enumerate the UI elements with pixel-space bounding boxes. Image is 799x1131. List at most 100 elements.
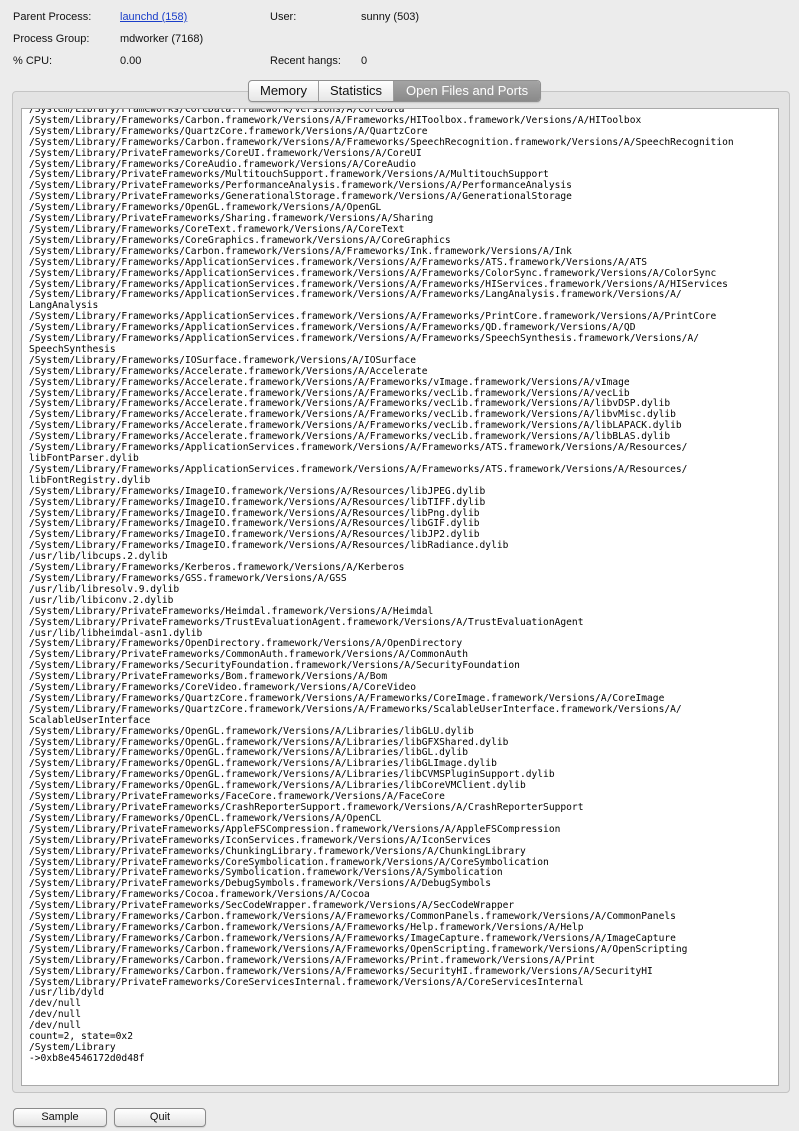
recent-hangs-label: Recent hangs:: [270, 55, 341, 67]
open-file-line: /System/Library/Frameworks/SecurityFound…: [29, 660, 520, 672]
open-file-line: /usr/lib/libresolv.9.dylib: [29, 583, 180, 595]
open-file-line: /System/Library/Frameworks/Accelerate.fr…: [29, 398, 671, 410]
recent-hangs-value: 0: [361, 55, 368, 67]
open-file-line: /System/Library/PrivateFrameworks/DebugS…: [29, 878, 492, 890]
open-file-line: /System/Library/PrivateFrameworks/Bom.fr…: [29, 671, 388, 683]
open-file-line: /System/Library/Frameworks/QuartzCore.fr…: [29, 125, 428, 137]
open-file-line: /usr/lib/libcups.2.dylib: [29, 551, 168, 563]
open-file-line: /System/Library/PrivateFrameworks/AppleF…: [29, 823, 561, 835]
process-group-label: Process Group:: [13, 33, 90, 45]
open-file-line: /System/Library/Frameworks/CoreAudio.fra…: [29, 158, 416, 170]
open-file-line: /System/Library/PrivateFrameworks/TrustE…: [29, 616, 584, 628]
open-file-line: /System/Library/Frameworks/ApplicationSe…: [29, 311, 717, 323]
open-file-line: /usr/lib/dyld: [29, 987, 105, 999]
open-file-line: /System/Library/Frameworks/OpenGL.framew…: [29, 758, 497, 770]
open-file-line: /System/Library/Frameworks/IOSurface.fra…: [29, 354, 416, 366]
open-file-line: /System/Library/Frameworks/Carbon.framew…: [29, 954, 596, 966]
open-file-line: /System/Library/PrivateFrameworks/Sharin…: [29, 213, 434, 225]
open-file-line: /System/Library/Frameworks/Carbon.framew…: [29, 943, 688, 955]
quit-button[interactable]: Quit: [114, 1108, 206, 1127]
open-file-line: /System/Library/Frameworks/ImageIO.frame…: [29, 540, 509, 552]
tab-open-files-and-ports[interactable]: Open Files and Ports: [393, 81, 541, 101]
open-file-line: /System/Library/Frameworks/OpenGL.framew…: [29, 769, 555, 781]
open-file-line: /System/Library/Frameworks/Accelerate.fr…: [29, 420, 682, 432]
open-file-line: /System/Library/Frameworks/QuartzCore.fr…: [29, 703, 682, 726]
tab-memory[interactable]: Memory: [249, 81, 319, 101]
open-file-line: /System/Library/Frameworks/Carbon.framew…: [29, 932, 676, 944]
open-file-line: /System/Library/Frameworks/ApplicationSe…: [29, 333, 700, 355]
open-file-line: /System/Library/Frameworks/Accelerate.fr…: [29, 409, 676, 421]
open-file-line: /System/Library/Frameworks/CoreText.fram…: [29, 223, 405, 235]
open-file-line: ->0xb8e4546172d0d48f: [29, 1052, 145, 1064]
open-file-line: /System/Library/PrivateFrameworks/CoreUI…: [29, 147, 422, 159]
open-file-line: /System/Library/Frameworks/Cocoa.framewo…: [29, 889, 370, 901]
open-file-line: /System/Library/PrivateFrameworks/CoreSy…: [29, 856, 549, 868]
open-file-line: /System/Library/Frameworks/Accelerate.fr…: [29, 376, 630, 388]
open-file-line: /System/Library/PrivateFrameworks/Chunki…: [29, 845, 526, 857]
open-file-line: /System/Library/PrivateFrameworks/FaceCo…: [29, 791, 445, 803]
open-file-line: /System/Library/Frameworks/Carbon.framew…: [29, 245, 572, 257]
open-file-line: /System/Library/PrivateFrameworks/IconSe…: [29, 834, 492, 846]
process-group-value: mdworker (7168): [120, 33, 204, 45]
cpu-value: 0.00: [120, 55, 142, 67]
open-file-line: /System/Library/PrivateFrameworks/Multit…: [29, 169, 549, 181]
open-file-line: /System/Library/PrivateFrameworks/Perfor…: [29, 180, 572, 192]
open-file-line: /System/Library/Frameworks/ImageIO.frame…: [29, 518, 480, 530]
open-file-line: /System/Library/PrivateFrameworks/Genera…: [29, 191, 572, 203]
open-file-line: /System/Library/Frameworks/Carbon.framew…: [29, 136, 734, 148]
open-file-line: /System/Library/Frameworks/Accelerate.fr…: [29, 365, 428, 377]
open-file-line: /System/Library/PrivateFrameworks/Common…: [29, 649, 468, 661]
tab-statistics[interactable]: Statistics: [319, 81, 394, 101]
tab-bar: Memory Statistics Open Files and Ports: [248, 80, 542, 102]
open-file-line: /System/Library/Frameworks/ImageIO.frame…: [29, 496, 486, 508]
open-file-line: /System/Library/Frameworks/Carbon.framew…: [29, 965, 653, 977]
open-file-line: /System/Library/Frameworks/ApplicationSe…: [29, 442, 688, 464]
open-file-line: /usr/lib/libiconv.2.dylib: [29, 594, 174, 606]
open-file-line: /System/Library/Frameworks/OpenGL.framew…: [29, 202, 382, 214]
open-file-line: /System/Library/Frameworks/ApplicationSe…: [29, 322, 636, 334]
open-file-line: /System/Library/Frameworks/QuartzCore.fr…: [29, 692, 665, 704]
open-file-line: /System/Library/PrivateFrameworks/Symbol…: [29, 867, 503, 879]
open-file-line: /System/Library/Frameworks/OpenGL.framew…: [29, 736, 509, 748]
open-file-line: count=2, state=0x2: [29, 1031, 133, 1043]
open-file-line: /System/Library/Frameworks/CoreGraphics.…: [29, 234, 451, 246]
open-file-line: /System/Library/Frameworks/ApplicationSe…: [29, 289, 682, 312]
open-file-line: /System/Library/Frameworks/CoreVideo.fra…: [29, 682, 416, 694]
open-file-line: /System/Library/Frameworks/OpenCL.framew…: [29, 812, 382, 824]
sample-button[interactable]: Sample: [13, 1108, 107, 1127]
open-file-line: /System/Library/Frameworks/OpenGL.framew…: [29, 780, 526, 792]
open-file-line: /System/Library/Frameworks/Carbon.framew…: [29, 921, 584, 933]
open-file-line: /dev/null: [29, 1020, 81, 1032]
open-file-line: /System/Library/Frameworks/ApplicationSe…: [29, 256, 648, 268]
open-file-line: /System/Library/Frameworks/Kerberos.fram…: [29, 562, 405, 574]
open-file-line: /System/Library/PrivateFrameworks/SecCod…: [29, 900, 515, 912]
open-file-line: /System/Library/Frameworks/ImageIO.frame…: [29, 507, 480, 519]
open-file-line: /dev/null: [29, 1009, 81, 1021]
open-file-line: /System/Library/Frameworks/Accelerate.fr…: [29, 431, 671, 443]
parent-process-label: Parent Process:: [13, 11, 92, 23]
open-files-list: /System/Library/Frameworks/CoreData.fram…: [22, 109, 778, 1065]
open-file-line: /System/Library/Frameworks/GSS.framework…: [29, 572, 347, 584]
open-file-line: /System/Library/Frameworks/OpenGL.framew…: [29, 747, 468, 759]
open-file-line: /System/Library/Frameworks/OpenDirectory…: [29, 638, 463, 650]
user-value: sunny (503): [361, 11, 420, 23]
open-file-line: /System/Library/Frameworks/ApplicationSe…: [29, 267, 717, 279]
open-file-line: /dev/null: [29, 998, 81, 1010]
open-file-line: /System/Library/Frameworks/Carbon.framew…: [29, 114, 642, 126]
open-file-line: /System/Library/Frameworks/ImageIO.frame…: [29, 529, 480, 541]
open-file-line: /System/Library/Frameworks/ImageIO.frame…: [29, 485, 486, 497]
open-file-line: /System/Library: [29, 1041, 116, 1053]
open-file-line: /System/Library/PrivateFrameworks/CoreSe…: [29, 976, 584, 988]
user-label: User:: [270, 11, 297, 23]
open-file-line: /System/Library/Frameworks/ApplicationSe…: [29, 278, 728, 290]
open-file-line: /System/Library/Frameworks/Carbon.framew…: [29, 911, 676, 923]
open-file-line: /System/Library/PrivateFrameworks/Heimda…: [29, 605, 434, 617]
open-file-line: /System/Library/PrivateFrameworks/CrashR…: [29, 802, 584, 813]
cpu-label: % CPU:: [13, 55, 53, 67]
open-file-line: /System/Library/Frameworks/OpenGL.framew…: [29, 725, 474, 737]
open-file-line: /System/Library/Frameworks/ApplicationSe…: [29, 463, 688, 486]
open-file-line: /usr/lib/libheimdal-asn1.dylib: [29, 627, 203, 639]
open-file-line: /System/Library/Frameworks/Accelerate.fr…: [29, 387, 630, 399]
open-files-text-view[interactable]: /System/Library/Frameworks/CoreData.fram…: [21, 108, 779, 1086]
parent-process-link[interactable]: launchd (158): [120, 11, 187, 23]
